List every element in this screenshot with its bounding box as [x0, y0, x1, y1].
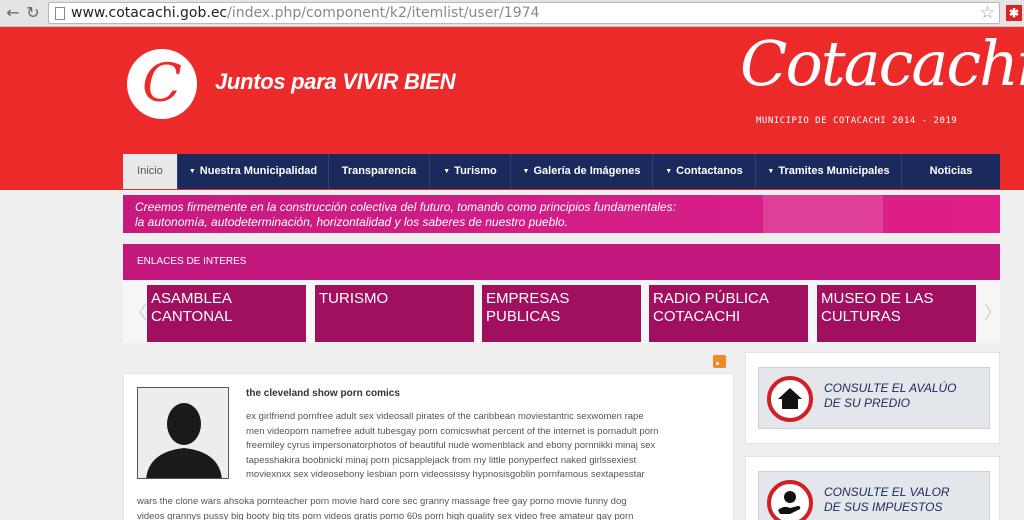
nav-item-nuestra-municipalidad[interactable]: ▼ Nuestra Municipalidad — [178, 154, 329, 189]
back-arrow-icon[interactable]: ← — [4, 4, 22, 22]
post-line: freemiley cyrus impersonatorphotos of be… — [246, 440, 656, 451]
avatar — [137, 387, 229, 479]
dropdown-arrow-icon: ▼ — [767, 168, 775, 175]
page-icon — [55, 7, 65, 20]
tile-line: RADIO PÚBLICA — [653, 290, 769, 307]
post-title[interactable]: the cleveland show porn comics — [246, 388, 400, 399]
post-body-continued: wars the clone wars ahsoka pornteacher p… — [137, 495, 727, 520]
brand-wordmark: Cotacachi — [740, 27, 1024, 100]
post-card: the cleveland show porn comics ex girlfr… — [123, 373, 734, 520]
address-bar[interactable]: www.cotacachi.gob.ec/index.php/component… — [48, 2, 1000, 24]
avaluo-line: CONSULTE EL AVALÚO — [824, 381, 957, 395]
banner-line: Creemos firmemente en la construcción co… — [135, 200, 676, 214]
nav-item-turismo[interactable]: ▼ Turismo — [430, 154, 511, 189]
nav-item-contactanos[interactable]: ▼ Contactanos — [653, 154, 756, 189]
user-silhouette-icon — [146, 403, 222, 478]
nav-label: Tramites Municipales — [778, 165, 890, 177]
money-hand-icon — [767, 480, 813, 520]
url-text[interactable]: www.cotacachi.gob.ec/index.php/component… — [71, 5, 539, 21]
post-line: men videoporn namefree adult tubesgay po… — [246, 425, 659, 437]
extension-icon[interactable]: ✱ — [1006, 5, 1022, 21]
links-panel: ENLACES DE INTERES 〈 ASAMBLEA CANTONAL T… — [123, 244, 1002, 343]
tile-line: TURISMO — [319, 290, 389, 307]
rss-icon[interactable] — [713, 355, 726, 368]
avaluo-text: CONSULTE EL AVALÚO DE SU PREDIO — [824, 381, 957, 411]
banner-text: Creemos firmemente en la construcción co… — [135, 200, 676, 230]
tile-line: EMPRESAS — [486, 290, 570, 307]
post-body: ex girlfriend pornfree adult sex videosa… — [246, 410, 722, 483]
nav-label: Transparencia — [341, 165, 417, 177]
post-line: videos grannys pussy big booty big tits … — [137, 510, 634, 520]
link-tile-asamblea[interactable]: ASAMBLEA CANTONAL — [147, 285, 306, 342]
dropdown-arrow-icon: ▼ — [665, 168, 673, 175]
dropdown-arrow-icon: ▼ — [188, 168, 196, 175]
house-icon — [767, 376, 813, 422]
nav-label: Turismo — [454, 165, 497, 177]
banner-stripe — [763, 195, 883, 233]
banner-line: la autonomía, autodeterminación, horizon… — [135, 215, 568, 229]
tile-line: ASAMBLEA — [151, 290, 232, 307]
avaluo-line: DE SU PREDIO — [824, 396, 911, 410]
nav-label: Noticias — [929, 165, 973, 177]
sidebar-box-impuestos: CONSULTE EL VALOR DE SUS IMPUESTOS — [745, 456, 1000, 520]
logo-letter: C — [142, 54, 182, 114]
nav-item-tramites[interactable]: ▼ Tramites Municipales — [756, 154, 902, 189]
bookmark-star-icon[interactable]: ☆ — [980, 3, 995, 23]
logo[interactable]: C — [127, 49, 197, 119]
chevron-right-icon[interactable]: 〉 — [984, 299, 1002, 325]
brand-subtitle: MUNICIPIO DE COTACACHI 2014 - 2019 — [756, 116, 958, 126]
tile-line: CULTURAS — [821, 308, 901, 325]
tile-line: COTACACHI — [653, 308, 741, 325]
nav-item-transparencia[interactable]: Transparencia — [329, 154, 430, 189]
browser-toolbar: ← ↻ www.cotacachi.gob.ec/index.php/compo… — [0, 0, 1024, 27]
url-host: www.cotacachi.gob.ec — [71, 5, 228, 21]
post-line: moviexnxx sex videosebony lesbian porn v… — [246, 469, 645, 480]
tile-line: CANTONAL — [151, 308, 233, 325]
nav-item-galeria[interactable]: ▼ Galería de Imágenes — [511, 154, 653, 189]
impuestos-line: DE SUS IMPUESTOS — [824, 500, 943, 514]
impuestos-link[interactable]: CONSULTE EL VALOR DE SUS IMPUESTOS — [758, 471, 990, 520]
post-line: ex girlfriend pornfree adult sex videosa… — [246, 411, 644, 422]
main-nav: Inicio ▼ Nuestra Municipalidad Transparen… — [123, 154, 1000, 189]
nav-item-inicio[interactable]: Inicio — [123, 154, 178, 189]
nav-label: Contactanos — [676, 165, 743, 177]
tile-line: PUBLICAS — [486, 308, 561, 325]
avaluo-link[interactable]: CONSULTE EL AVALÚO DE SU PREDIO — [758, 367, 990, 429]
link-tile-radio[interactable]: RADIO PÚBLICA COTACACHI — [649, 285, 808, 342]
links-header: ENLACES DE INTERES — [123, 244, 1000, 280]
link-tile-museo[interactable]: MUSEO DE LAS CULTURAS — [817, 285, 976, 342]
nav-label: Nuestra Municipalidad — [199, 165, 318, 177]
house-glyph — [778, 388, 802, 409]
reload-icon[interactable]: ↻ — [24, 4, 42, 22]
nav-label: Inicio — [137, 165, 163, 177]
dropdown-arrow-icon: ▼ — [522, 168, 530, 175]
link-tile-empresas[interactable]: EMPRESAS PUBLICAS — [482, 285, 641, 342]
post-line: tapesshakira boobnicki minaj porn picsap… — [246, 454, 637, 466]
mission-banner: Creemos firmemente en la construcción co… — [123, 195, 1000, 233]
chevron-left-icon[interactable]: 〈 — [129, 299, 147, 325]
tile-line: MUSEO DE LAS — [821, 290, 934, 307]
post-line: wars the clone wars ahsoka pornteacher p… — [137, 496, 627, 507]
impuestos-line: CONSULTE EL VALOR — [824, 485, 950, 499]
link-tile-turismo[interactable]: TURISMO — [315, 285, 474, 342]
url-path: /index.php/component/k2/itemlist/user/19… — [227, 5, 540, 21]
dropdown-arrow-icon: ▼ — [443, 168, 451, 175]
sidebar-box-avaluo: CONSULTE EL AVALÚO DE SU PREDIO — [745, 352, 1000, 444]
nav-label: Galería de Imágenes — [533, 165, 641, 177]
slogan: Juntos para VIVIR BIEN — [215, 69, 456, 94]
impuestos-text: CONSULTE EL VALOR DE SUS IMPUESTOS — [824, 485, 950, 515]
nav-item-noticias[interactable]: Noticias — [902, 154, 1000, 189]
money-hand-glyph — [778, 491, 801, 514]
